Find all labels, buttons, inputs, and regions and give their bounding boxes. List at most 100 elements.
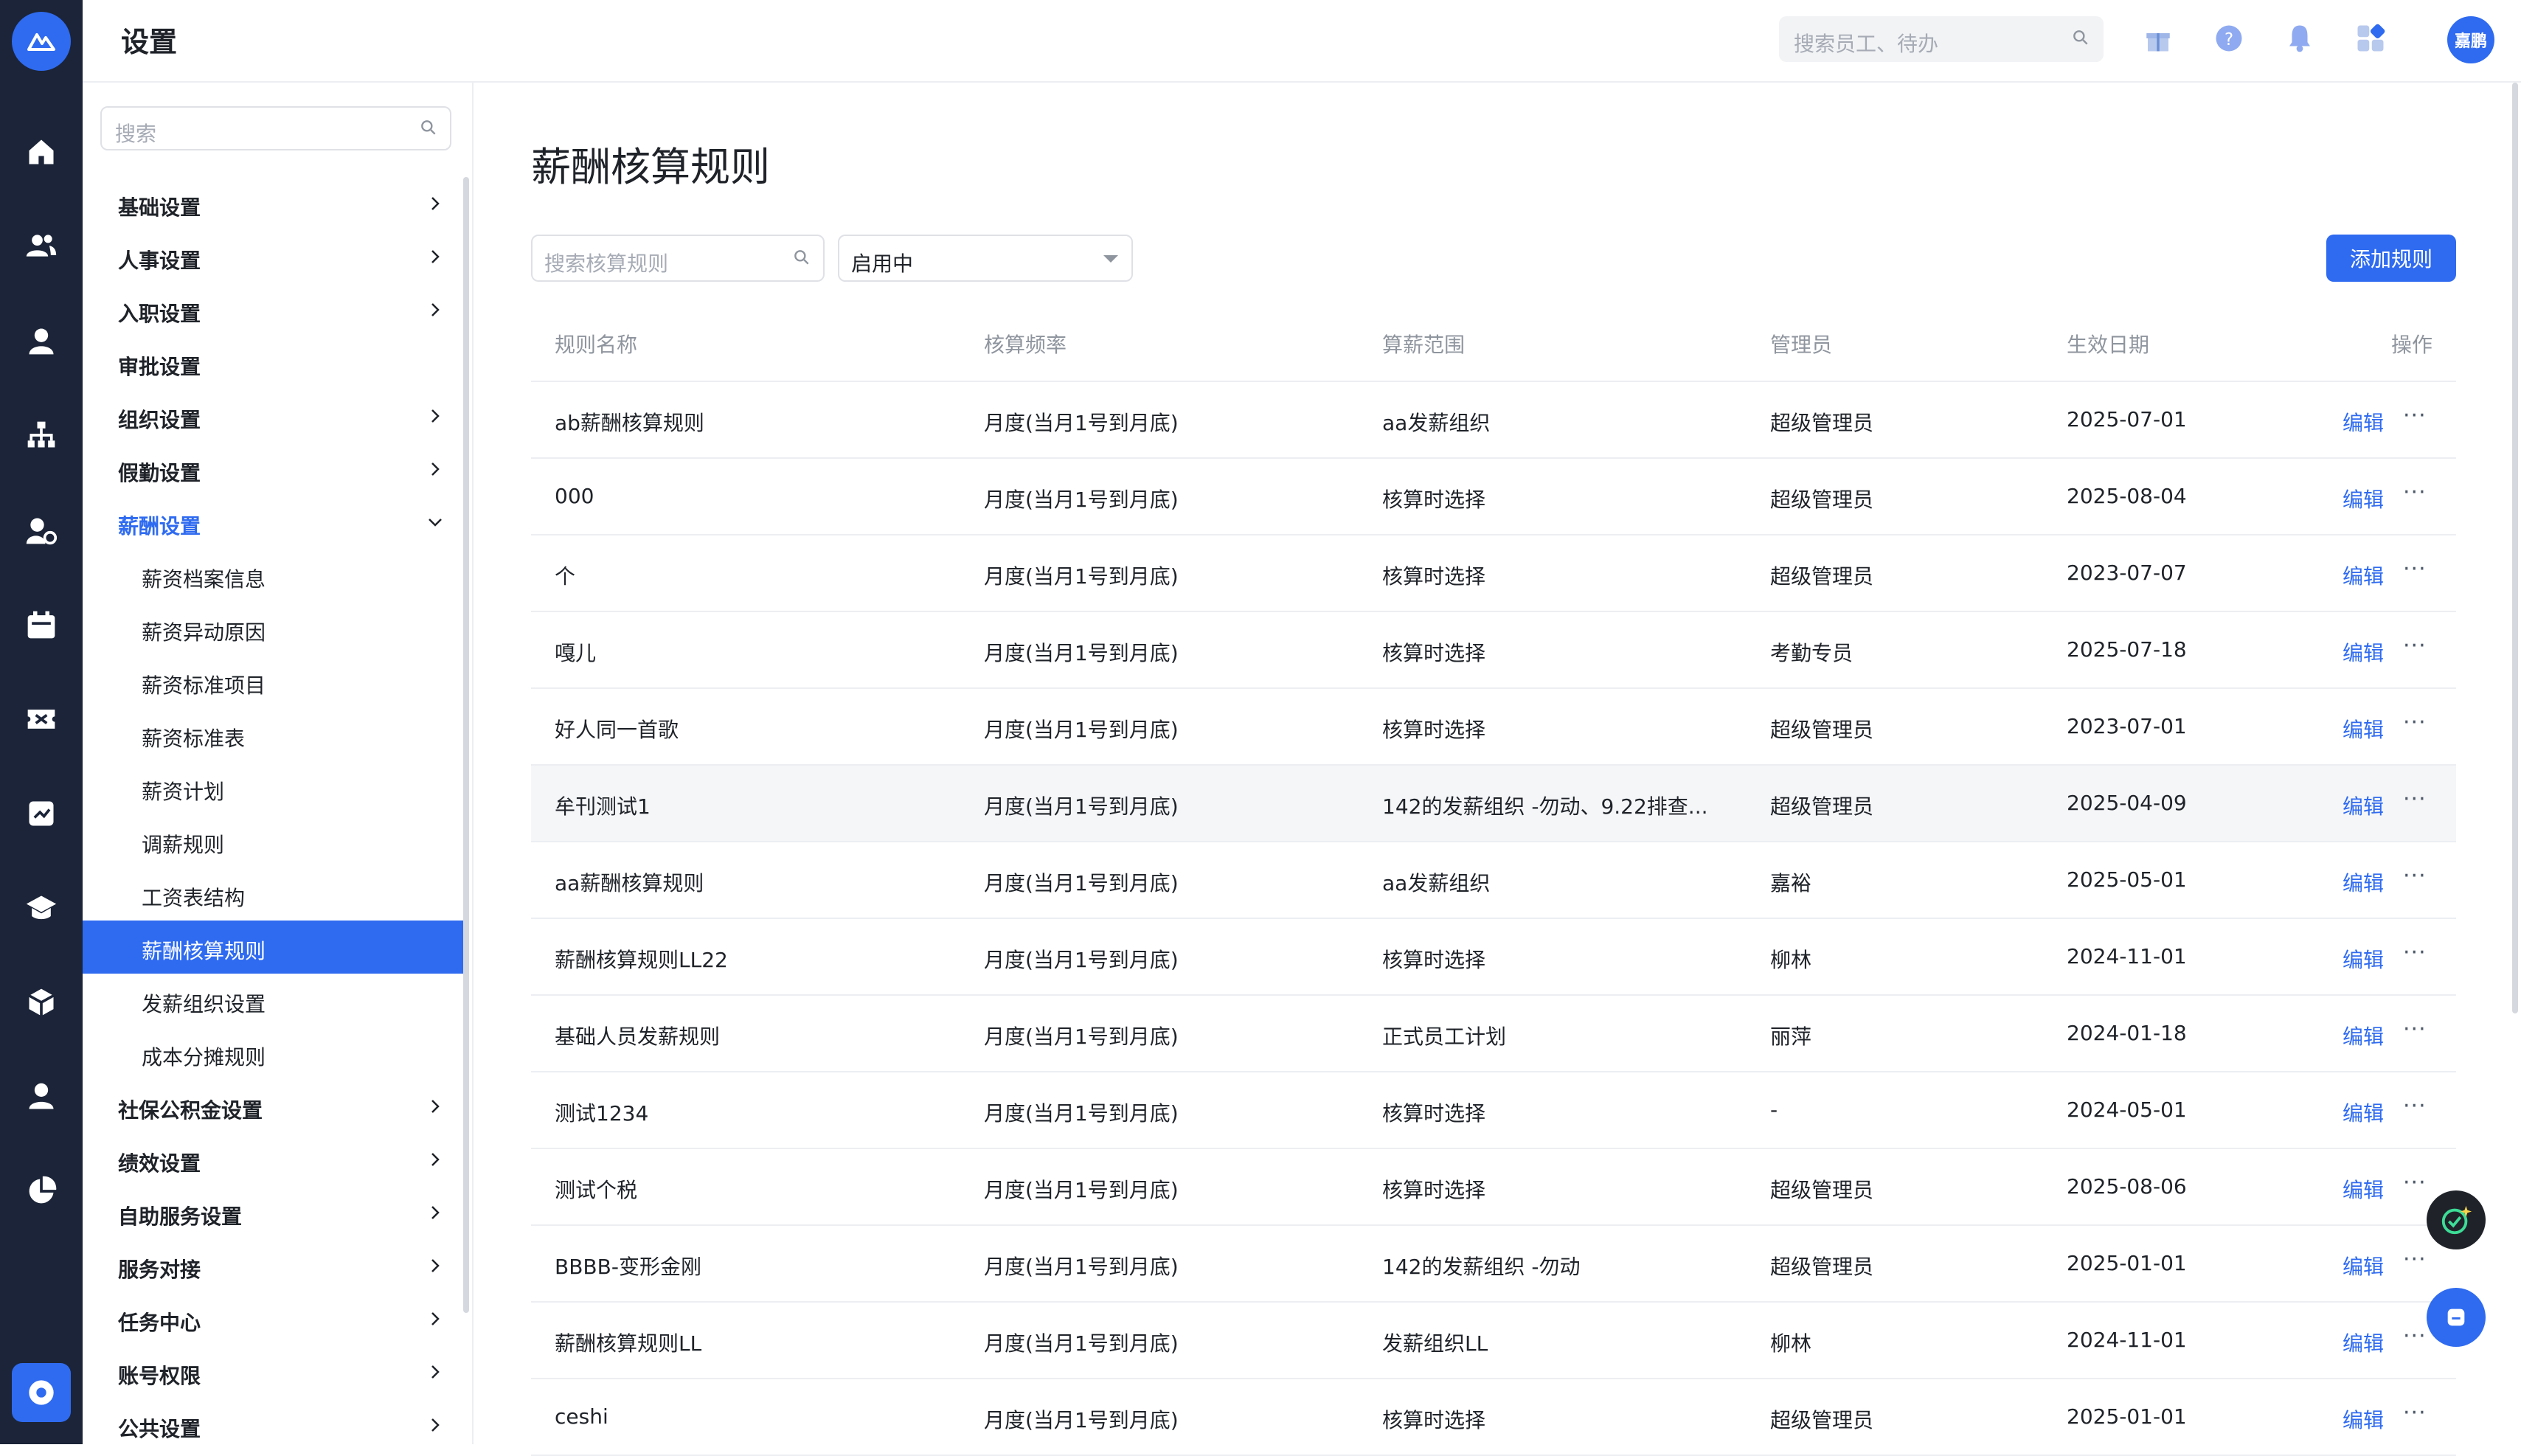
table-row[interactable]: aa薪酬核算规则 月度(当月1号到月底) aa发薪组织 嘉裕 2025-05-01 编辑 ·… [531, 842, 2456, 919]
sidebar-item-onboarding[interactable]: 入职设置 [83, 283, 465, 336]
search-icon[interactable] [2071, 28, 2090, 50]
table-row[interactable]: 好人同一首歌 月度(当月1号到月底) 核算时选择 超级管理员 2023-07-01 编辑 ·… [531, 689, 2456, 766]
table-row[interactable]: 基础人员发薪规则 月度(当月1号到月底) 正式员工计划 丽萍 2024-01-18 编辑 ·… [531, 996, 2456, 1072]
sidebar-subitem-cost-allocation[interactable]: 成本分摊规则 [83, 1027, 465, 1080]
edit-link[interactable]: 编辑 [2343, 1098, 2384, 1127]
table-row[interactable]: 000 月度(当月1号到月底) 核算时选择 超级管理员 2025-08-04 编辑 ··· [531, 459, 2456, 535]
add-rule-button[interactable]: 添加规则 [2326, 235, 2456, 282]
more-actions-icon[interactable]: ··· [2403, 403, 2427, 429]
home-icon[interactable] [23, 134, 60, 170]
sidebar-subitem-payslip-structure[interactable]: 工资表结构 [83, 867, 465, 921]
graduation-cap-icon[interactable] [23, 890, 60, 926]
search-icon[interactable] [792, 248, 811, 270]
sidebar-subitem-payroll-org[interactable]: 发薪组织设置 [83, 974, 465, 1027]
table-row[interactable]: 薪酬核算规则LL22 月度(当月1号到月底) 核算时选择 柳林 2024-11-01 编辑… [531, 919, 2456, 996]
sidebar-subitem-payroll-rules[interactable]: 薪酬核算规则 [83, 921, 465, 974]
app-rail [0, 0, 83, 1444]
more-actions-icon[interactable]: ··· [2403, 1016, 2427, 1042]
sidebar-item-integrations[interactable]: 服务对接 [83, 1239, 465, 1292]
edit-link[interactable]: 编辑 [2343, 1404, 2384, 1434]
sidebar-item-attendance[interactable]: 假勤设置 [83, 443, 465, 496]
more-actions-icon[interactable]: ··· [2403, 1170, 2427, 1196]
report-icon[interactable] [23, 795, 60, 832]
edit-link[interactable]: 编辑 [2343, 1174, 2384, 1204]
search-icon[interactable] [419, 118, 438, 140]
table-row[interactable]: 测试个税 月度(当月1号到月底) 核算时选择 超级管理员 2025-08-06 编辑 ··· [531, 1149, 2456, 1226]
sidebar-subitem-salary-standard-items[interactable]: 薪资标准项目 [83, 655, 465, 708]
sidebar-subitem-salary-plan[interactable]: 薪资计划 [83, 761, 465, 814]
profile-icon[interactable] [23, 1078, 60, 1115]
sidebar-item-public-settings[interactable]: 公共设置 [83, 1398, 465, 1444]
sidebar-item-payroll[interactable]: 薪酬设置 [83, 496, 465, 549]
table-row[interactable]: 个 月度(当月1号到月底) 核算时选择 超级管理员 2023-07-07 编辑 ··· [531, 535, 2456, 612]
table-row[interactable]: ab薪酬核算规则 月度(当月1号到月底) aa发薪组织 超级管理员 2025-07-01… [531, 382, 2456, 459]
pie-chart-icon[interactable] [23, 1173, 60, 1210]
sidebar-item-approval[interactable]: 审批设置 [83, 336, 465, 389]
status-select[interactable]: 启用中 [838, 235, 1133, 282]
ai-assistant-button[interactable] [2427, 1190, 2486, 1249]
more-actions-icon[interactable]: ··· [2403, 1247, 2427, 1272]
team-icon[interactable] [23, 227, 60, 264]
edit-link[interactable]: 编辑 [2343, 714, 2384, 743]
person-icon[interactable] [23, 322, 60, 359]
table-row[interactable]: ceshi 月度(当月1号到月底) 核算时选择 超级管理员 2025-01-01 编辑 ··… [531, 1379, 2456, 1456]
help-icon[interactable]: ? [2211, 21, 2247, 56]
edit-link[interactable]: 编辑 [2343, 944, 2384, 974]
more-actions-icon[interactable]: ··· [2403, 479, 2427, 505]
more-actions-icon[interactable]: ··· [2403, 940, 2427, 966]
table-row[interactable]: BBBB-变形金刚 月度(当月1号到月底) 142的发薪组织 -勿动 超级管理员 202… [531, 1226, 2456, 1303]
more-actions-icon[interactable]: ··· [2403, 1400, 2427, 1426]
more-actions-icon[interactable]: ··· [2403, 556, 2427, 582]
sidebar-subitem-salary-standard-table[interactable]: 薪资标准表 [83, 708, 465, 761]
table-row[interactable]: 牟刊测试1 月度(当月1号到月底) 142的发薪组织 -勿动、9.22排查... 超级… [531, 766, 2456, 842]
global-search-input[interactable]: 搜索员工、待办 [1779, 16, 2104, 62]
sidebar-subitem-adjustment-rules[interactable]: 调薪规则 [83, 814, 465, 867]
more-actions-icon[interactable]: ··· [2403, 633, 2427, 659]
more-actions-icon[interactable]: ··· [2403, 863, 2427, 889]
sidebar-item-social-insurance[interactable]: 社保公积金设置 [83, 1080, 465, 1133]
apps-icon[interactable] [2353, 21, 2388, 56]
support-chat-button[interactable] [2427, 1288, 2486, 1347]
table-row[interactable]: 测试1234 月度(当月1号到月底) 核算时选择 - 2024-05-01 编辑 ··· [531, 1072, 2456, 1149]
more-actions-icon[interactable]: ··· [2403, 710, 2427, 735]
calendar-icon[interactable] [23, 606, 60, 643]
gift-icon[interactable] [2140, 21, 2176, 56]
edit-link[interactable]: 编辑 [2343, 637, 2384, 667]
edit-link[interactable]: 编辑 [2343, 1021, 2384, 1050]
bell-icon[interactable] [2282, 21, 2317, 56]
page-scrollbar[interactable] [2512, 83, 2518, 1013]
edit-link[interactable]: 编辑 [2343, 791, 2384, 820]
edit-link[interactable]: 编辑 [2343, 1251, 2384, 1280]
sidebar-subitem-salary-profile[interactable]: 薪资档案信息 [83, 549, 465, 602]
ticket-icon[interactable] [23, 701, 60, 738]
sidebar-item-task-center[interactable]: 任务中心 [83, 1292, 465, 1345]
more-actions-icon[interactable]: ··· [2403, 1323, 2427, 1349]
edit-link[interactable]: 编辑 [2343, 484, 2384, 513]
sidebar-item-account-permissions[interactable]: 账号权限 [83, 1345, 465, 1398]
cube-icon[interactable] [23, 984, 60, 1021]
sidebar-item-self-service[interactable]: 自助服务设置 [83, 1186, 465, 1239]
sidebar-search-input[interactable]: 搜索 [100, 106, 451, 150]
sidebar-item-basic[interactable]: 基础设置 [83, 177, 465, 230]
table-row[interactable]: 嘎儿 月度(当月1号到月底) 核算时选择 考勤专员 2025-07-18 编辑 ··· [531, 612, 2456, 689]
sidebar-subitem-salary-change-reason[interactable]: 薪资异动原因 [83, 602, 465, 655]
edit-link[interactable]: 编辑 [2343, 1328, 2384, 1357]
cell-admin: 超级管理员 [1770, 1408, 1874, 1432]
edit-link[interactable]: 编辑 [2343, 407, 2384, 437]
sidebar-item-performance[interactable]: 绩效设置 [83, 1133, 465, 1186]
app-logo-icon[interactable] [12, 12, 71, 71]
user-avatar[interactable]: 嘉鹏 [2447, 16, 2494, 63]
rule-search-input[interactable]: 搜索核算规则 [531, 235, 825, 282]
user-settings-icon[interactable] [23, 512, 60, 549]
edit-link[interactable]: 编辑 [2343, 561, 2384, 590]
org-chart-icon[interactable] [23, 417, 60, 454]
more-actions-icon[interactable]: ··· [2403, 1093, 2427, 1119]
header-title: 设置 [121, 26, 178, 58]
edit-link[interactable]: 编辑 [2343, 867, 2384, 897]
more-actions-icon[interactable]: ··· [2403, 786, 2427, 812]
sidebar-item-hr[interactable]: 人事设置 [83, 230, 465, 283]
sidebar-item-organization[interactable]: 组织设置 [83, 389, 465, 443]
table-row[interactable]: 薪酬核算规则LL 月度(当月1号到月底) 发薪组织LL 柳林 2024-11-01 编辑 ·… [531, 1303, 2456, 1379]
sidebar-scrollbar[interactable] [463, 177, 469, 1313]
settings-nav-button[interactable] [12, 1363, 71, 1422]
